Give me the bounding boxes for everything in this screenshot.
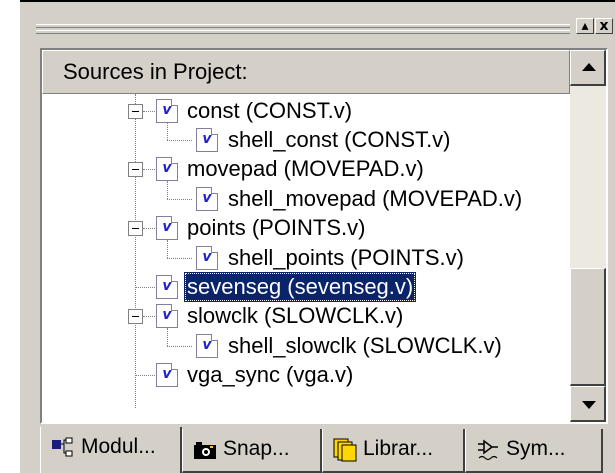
restore-button[interactable]: ▴ — [576, 18, 594, 34]
tab-label: Sym... — [506, 437, 566, 460]
verilog-file-icon: v — [156, 216, 178, 240]
tree-line — [167, 181, 168, 199]
panel-top-border — [20, 0, 615, 2]
tree-line — [167, 140, 192, 141]
library-icon — [333, 438, 357, 462]
tab-label: Modul... — [81, 435, 156, 458]
tab-symbol-view[interactable]: Sym... — [465, 429, 603, 473]
tree-line — [135, 94, 136, 408]
tab-snapshot-view[interactable]: Snap... — [182, 429, 322, 473]
verilog-file-icon: v — [196, 246, 218, 270]
tree-item-slowclk[interactable]: slowclk (SLOWCLK.v) — [184, 301, 406, 331]
symbol-icon — [478, 439, 498, 461]
tree-line — [167, 346, 192, 347]
tree-line — [143, 316, 155, 317]
arrow-down-icon — [582, 401, 596, 409]
tree-line — [135, 375, 155, 376]
verilog-file-icon: v — [196, 128, 218, 152]
collapse-icon[interactable] — [128, 162, 143, 177]
module-hierarchy-icon — [52, 437, 73, 457]
sources-panel: ▴ x Sources in Project: v const (CONST.v… — [20, 0, 615, 473]
scroll-thumb[interactable] — [570, 268, 606, 386]
verilog-file-icon: v — [156, 304, 178, 328]
tree-item-shell-movepad[interactable]: shell_movepad (MOVEPAD.v) — [225, 184, 525, 214]
tree-line — [143, 111, 155, 112]
tree-line — [143, 169, 155, 170]
tree-item-points[interactable]: points (POINTS.v) — [184, 213, 368, 243]
sources-header: Sources in Project: — [42, 50, 570, 94]
verilog-file-icon: v — [196, 334, 218, 358]
tree-line — [167, 328, 168, 346]
verilog-file-icon: v — [156, 157, 178, 181]
collapse-icon[interactable] — [128, 104, 143, 119]
tree-line — [167, 199, 192, 200]
tree-item-shell-points[interactable]: shell_points (POINTS.v) — [225, 243, 467, 273]
panel-tabs: Modul... Snap... Librar... Sym... — [40, 427, 608, 473]
tree-item-shell-slowclk[interactable]: shell_slowclk (SLOWCLK.v) — [225, 331, 505, 361]
verilog-file-icon: v — [196, 187, 218, 211]
tree-line — [167, 123, 168, 140]
tree-line — [143, 228, 155, 229]
dock-grip-lower[interactable] — [36, 30, 570, 34]
tree-item-movepad[interactable]: movepad (MOVEPAD.v) — [184, 154, 427, 184]
tree-item-vga-sync[interactable]: vga_sync (vga.v) — [184, 360, 356, 390]
verilog-file-icon: v — [156, 275, 178, 299]
vertical-scrollbar[interactable] — [570, 50, 606, 422]
tab-label: Snap... — [223, 437, 290, 460]
collapse-icon[interactable] — [128, 221, 143, 236]
close-button[interactable]: x — [595, 18, 613, 34]
tab-label: Librar... — [363, 437, 434, 460]
scroll-down-button[interactable] — [570, 386, 606, 422]
verilog-file-icon: v — [156, 99, 178, 123]
tree-line — [135, 287, 155, 288]
arrow-up-icon — [582, 63, 596, 71]
camera-icon — [194, 442, 216, 459]
tab-module-view[interactable]: Modul... — [40, 427, 182, 473]
tree-line — [167, 258, 192, 259]
sources-tree-frame: Sources in Project: v const (CONST.v) v … — [40, 48, 608, 424]
tree-item-shell-const[interactable]: shell_const (CONST.v) — [225, 125, 454, 155]
tree-line — [167, 240, 168, 258]
collapse-icon[interactable] — [128, 309, 143, 324]
sources-tree[interactable]: v const (CONST.v) v shell_const (CONST.v… — [42, 94, 570, 422]
tree-item-const[interactable]: const (CONST.v) — [184, 96, 355, 126]
scroll-up-button[interactable] — [570, 50, 606, 86]
tree-item-sevenseg[interactable]: sevenseg (sevenseg.v) — [184, 272, 417, 302]
verilog-file-icon: v — [156, 363, 178, 387]
dock-grip[interactable] — [36, 24, 570, 28]
tab-library-view[interactable]: Librar... — [322, 429, 465, 473]
